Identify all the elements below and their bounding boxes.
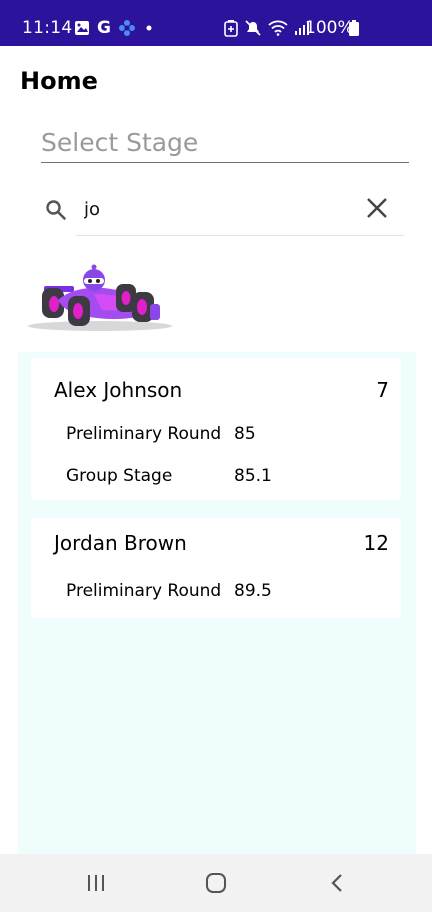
stage-picker-placeholder: Select Stage: [41, 128, 199, 157]
search-bar: [34, 188, 406, 236]
mute-icon: [245, 20, 261, 36]
back-icon[interactable]: [326, 872, 350, 894]
home-icon[interactable]: [204, 872, 228, 894]
page-title: Home: [20, 67, 98, 95]
round-name: Group Stage: [66, 466, 173, 486]
round-name: Preliminary Round: [66, 424, 222, 444]
status-bar: 11:14 G 100%: [0, 0, 432, 46]
round-score: 85: [234, 424, 256, 444]
search-underline: [76, 235, 404, 236]
player-count: 12: [363, 531, 389, 555]
google-icon: G: [97, 18, 111, 38]
search-icon[interactable]: [44, 198, 68, 222]
round-score: 89.5: [234, 581, 272, 601]
stage-picker[interactable]: Select Stage: [41, 126, 409, 163]
player-name: Jordan Brown: [54, 531, 187, 555]
flower-icon: [118, 20, 135, 36]
player-name: Alex Johnson: [54, 378, 183, 402]
status-right-icons: [224, 16, 310, 40]
system-nav-bar: [0, 854, 432, 912]
status-left-icons: G: [74, 16, 155, 40]
race-car-image: [28, 264, 172, 331]
list-item[interactable]: Jordan Brown 12 Preliminary Round 89.5: [31, 518, 401, 618]
battery-percent: 100%: [305, 18, 354, 38]
dot-icon: [146, 25, 152, 31]
list-item[interactable]: Alex Johnson 7 Preliminary Round 85 Grou…: [31, 358, 401, 500]
battery-icon: [349, 20, 359, 36]
battery-saver-icon: [224, 20, 238, 37]
search-input[interactable]: [76, 194, 372, 224]
clear-search-icon[interactable]: [366, 197, 388, 219]
wifi-icon: [268, 20, 288, 36]
image-icon: [75, 21, 89, 35]
round-score: 85.1: [234, 466, 272, 486]
results-list: Alex Johnson 7 Preliminary Round 85 Grou…: [18, 352, 416, 854]
player-count: 7: [376, 378, 389, 402]
round-name: Preliminary Round: [66, 581, 222, 601]
status-time: 11:14: [22, 18, 73, 38]
recent-apps-icon[interactable]: [84, 872, 108, 894]
